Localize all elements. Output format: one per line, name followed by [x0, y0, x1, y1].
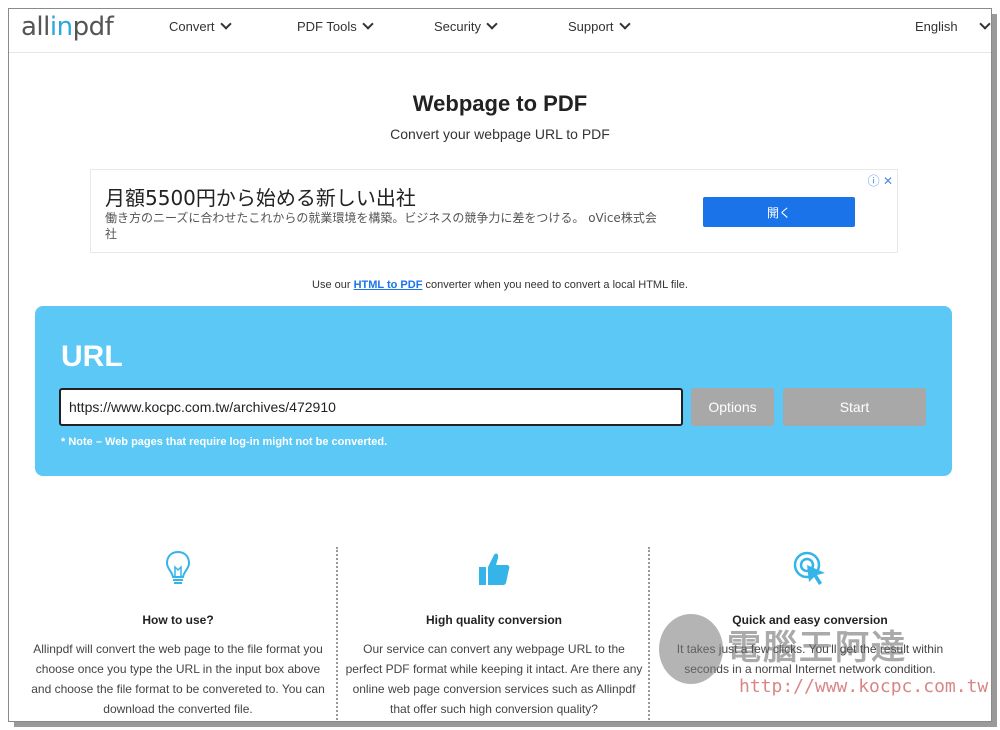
chevron-down-icon	[978, 18, 991, 30]
html-to-pdf-link[interactable]: HTML to PDF	[354, 279, 423, 291]
feature-how-to-use: How to use? Allinpdf will convert the we…	[23, 549, 333, 719]
chevron-down-icon	[362, 18, 374, 30]
language-label: English	[915, 19, 958, 34]
ad-body-text: 働き方のニーズに合わせたこれからの就業環境を構築。ビジネスの競争力に差をつける。…	[105, 211, 657, 241]
nav-convert[interactable]: Convert	[169, 18, 232, 34]
page-subtitle: Convert your webpage URL to PDF	[390, 126, 610, 142]
frame-shadow	[14, 722, 997, 727]
browser-page: allinpdf Convert PDF Tools Security Supp…	[8, 8, 992, 722]
top-navigation: allinpdf Convert PDF Tools Security Supp…	[9, 9, 991, 53]
advertisement-banner[interactable]: 月額5500円から始める新しい出社 働き方のニーズに合わせたこれからの就業環境を…	[90, 169, 898, 253]
language-selector[interactable]: English	[915, 18, 991, 34]
chevron-down-icon	[219, 18, 232, 30]
start-button[interactable]: Start	[783, 388, 926, 426]
watermark-text: 電腦王阿達	[727, 628, 907, 668]
ad-open-button[interactable]: 開く	[703, 197, 855, 227]
ad-info-close-icon[interactable]: ⓘ ✕	[868, 172, 893, 189]
hint-text: Use our	[312, 279, 354, 291]
ad-headline: 月額5500円から始める新しい出社	[105, 186, 416, 210]
kocpc-watermark: 電腦王阿達 http://www.kocpc.com.tw	[659, 614, 988, 700]
chevron-down-icon	[618, 18, 631, 30]
frame-shadow	[992, 14, 997, 726]
html-to-pdf-hint: Use our HTML to PDF converter when you n…	[9, 279, 991, 291]
feature-description: Allinpdf will convert the web page to th…	[31, 642, 325, 716]
feature-title: How to use?	[142, 613, 214, 627]
nav-label: Convert	[169, 19, 215, 34]
allinpdf-logo[interactable]: allinpdf	[21, 12, 114, 42]
lightbulb-icon	[23, 549, 333, 589]
logo-text-part: pdf	[72, 12, 114, 42]
thumbs-up-icon	[339, 549, 649, 589]
logo-text-part: all	[21, 12, 50, 42]
feature-title: High quality conversion	[425, 613, 563, 627]
nav-pdf-tools[interactable]: PDF Tools	[297, 18, 374, 34]
url-panel: URL Options Start * Note – Web pages tha…	[35, 306, 952, 476]
nav-label: Support	[568, 19, 614, 34]
url-input[interactable]	[59, 388, 683, 426]
nav-support[interactable]: Support	[568, 18, 631, 34]
url-heading: URL	[61, 340, 123, 373]
hint-text: converter when you need to convert a loc…	[422, 279, 688, 291]
nav-label: Security	[434, 19, 481, 34]
login-note: * Note – Web pages that require log-in m…	[61, 436, 388, 448]
feature-divider	[336, 547, 338, 721]
nav-security[interactable]: Security	[434, 18, 498, 34]
page-title: Webpage to PDF	[412, 91, 588, 116]
mascot-face-icon	[659, 614, 723, 684]
watermark-url: http://www.kocpc.com.tw	[739, 676, 989, 697]
logo-text-accent: in	[49, 12, 73, 42]
click-icon	[655, 549, 965, 589]
chevron-down-icon	[486, 18, 498, 30]
options-button[interactable]: Options	[691, 388, 774, 426]
feature-high-quality: High quality conversion Our service can …	[339, 549, 649, 719]
feature-description: Our service can convert any webpage URL …	[345, 642, 643, 716]
nav-label: PDF Tools	[297, 19, 357, 34]
